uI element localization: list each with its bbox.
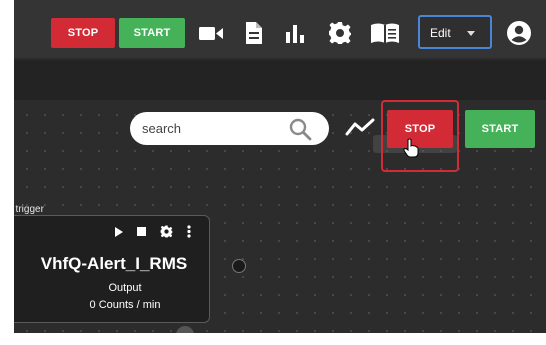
book-icon[interactable] [368,18,402,48]
search-input[interactable] [142,118,282,138]
start-button[interactable]: START [465,110,535,148]
trigger-label: t trigger [14,204,44,215]
mode-select[interactable]: Edit [418,15,492,49]
document-icon[interactable] [240,18,268,48]
app-frame: STOP START Edit search STOP START trigge… [14,0,546,333]
chevron-down-icon [467,31,475,36]
play-icon[interactable] [114,226,123,237]
flow-node[interactable]: VhfQ-Alert_I_RMS Output 0 Counts / min [14,215,210,323]
more-vertical-icon[interactable] [187,225,191,238]
node-title: VhfQ-Alert_I_RMS [40,254,188,273]
highlight-box [381,100,459,172]
flow-canvas[interactable]: STOP START t trigger VhfQ-Alert_I_RMS Ou… [14,100,546,333]
video-camera-icon[interactable] [197,18,225,48]
mode-select-value: Edit [430,26,451,40]
trend-line-icon[interactable] [345,116,375,138]
node-output-port[interactable] [232,259,246,273]
search-icon[interactable] [288,117,312,141]
bar-chart-icon[interactable] [281,18,309,48]
hand-cursor-icon [403,138,419,158]
node-controls [114,225,191,238]
gear-icon[interactable] [326,18,354,48]
toolbar-stop-button[interactable]: STOP [51,18,115,48]
node-port-stub [176,326,194,333]
user-icon[interactable] [504,18,534,48]
gear-icon[interactable] [160,225,173,238]
top-toolbar: STOP START Edit [14,0,546,59]
secondary-toolbar [14,60,546,100]
node-subtitle: Output [108,282,142,294]
search-box [130,112,329,145]
node-counts: 0 Counts / min [89,299,161,311]
stop-square-icon[interactable] [137,227,146,236]
toolbar-start-button[interactable]: START [119,18,185,48]
